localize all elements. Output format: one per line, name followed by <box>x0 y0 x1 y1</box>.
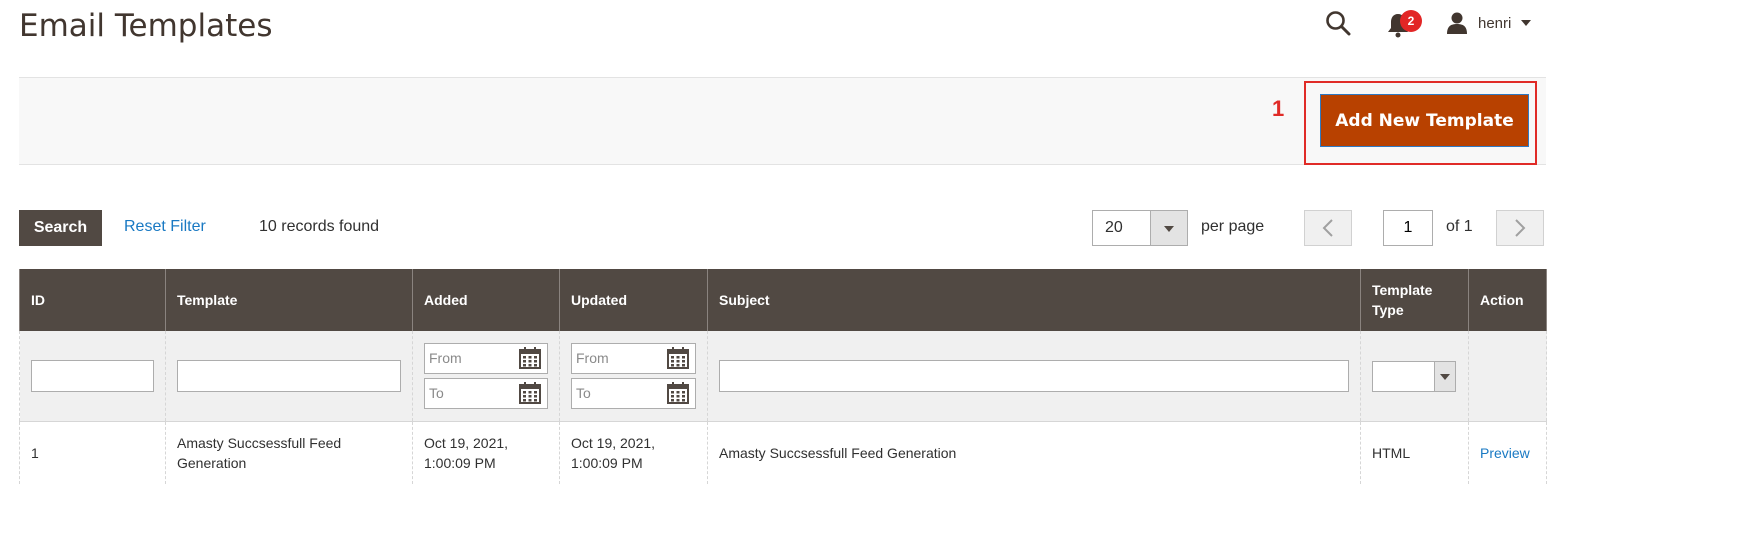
caret-down-icon <box>1521 20 1532 26</box>
preview-link[interactable]: Preview <box>1480 445 1530 461</box>
annotation-step-number: 1 <box>1272 96 1285 121</box>
previous-page-button[interactable] <box>1304 210 1352 246</box>
current-page-input[interactable] <box>1383 210 1433 246</box>
filter-template-input[interactable] <box>177 360 401 392</box>
add-new-template-button[interactable]: Add New Template <box>1320 94 1529 147</box>
grid-header-row: ID Template Added Updated Subject Templa… <box>19 269 1547 331</box>
filter-added-from <box>424 343 548 374</box>
cell-updated: Oct 19, 2021, 1:00:09 PM <box>559 421 708 484</box>
search-button[interactable]: Search <box>19 210 102 246</box>
per-page-dropdown-toggle[interactable] <box>1150 211 1187 245</box>
filter-updated-from <box>571 343 696 374</box>
user-menu[interactable]: henri <box>1446 10 1532 36</box>
cell-template: Amasty Succsessfull Feed Generation <box>165 421 413 484</box>
filter-action-cell <box>1468 331 1547 422</box>
search-icon[interactable] <box>1325 10 1351 36</box>
filter-updated-from-input[interactable] <box>572 344 660 372</box>
chevron-right-icon <box>1515 219 1526 237</box>
filter-updated-to <box>571 378 696 409</box>
cell-template-type: HTML <box>1360 421 1469 484</box>
filter-added-from-input[interactable] <box>425 344 513 372</box>
filter-added-to <box>424 378 548 409</box>
column-header-subject[interactable]: Subject <box>707 269 1361 331</box>
records-found: 10 records found <box>259 218 380 235</box>
column-header-added[interactable]: Added <box>412 269 560 331</box>
caret-down-icon <box>1164 226 1174 232</box>
calendar-icon[interactable] <box>519 382 541 404</box>
calendar-icon[interactable] <box>667 347 689 369</box>
email-templates-grid: ID Template Added Updated Subject Templa… <box>19 269 1547 484</box>
total-pages: of 1 <box>1446 218 1473 235</box>
cell-id: 1 <box>19 421 166 484</box>
table-row[interactable]: 1 Amasty Succsessfull Feed Generation Oc… <box>19 421 1547 484</box>
page-title: Email Templates <box>19 8 273 44</box>
grid-filter-row <box>19 331 1547 422</box>
filter-id-input[interactable] <box>31 360 154 392</box>
filter-updated-to-input[interactable] <box>572 379 660 407</box>
cell-added: Oct 19, 2021, 1:00:09 PM <box>412 421 560 484</box>
filter-subject-input[interactable] <box>719 360 1349 392</box>
filter-template-type-select[interactable] <box>1372 360 1456 392</box>
user-icon <box>1447 12 1467 34</box>
column-header-id[interactable]: ID <box>19 269 166 331</box>
column-header-template-type[interactable]: Template Type <box>1360 269 1469 331</box>
per-page-value: 20 <box>1105 219 1123 236</box>
template-type-dropdown-toggle[interactable] <box>1434 361 1455 391</box>
per-page-select[interactable]: 20 <box>1092 210 1188 246</box>
username: henri <box>1478 14 1512 32</box>
per-page-label: per page <box>1201 218 1265 235</box>
reset-filter-link[interactable]: Reset Filter <box>124 218 206 236</box>
column-header-updated[interactable]: Updated <box>559 269 708 331</box>
column-header-template[interactable]: Template <box>165 269 413 331</box>
notification-badge: 2 <box>1400 10 1422 32</box>
next-page-button[interactable] <box>1496 210 1544 246</box>
calendar-icon[interactable] <box>667 382 689 404</box>
column-header-action: Action <box>1468 269 1547 331</box>
filter-added-to-input[interactable] <box>425 379 513 407</box>
calendar-icon[interactable] <box>519 347 541 369</box>
chevron-left-icon <box>1322 219 1333 237</box>
cell-subject: Amasty Succsessfull Feed Generation <box>707 421 1361 484</box>
caret-down-icon <box>1440 373 1450 380</box>
